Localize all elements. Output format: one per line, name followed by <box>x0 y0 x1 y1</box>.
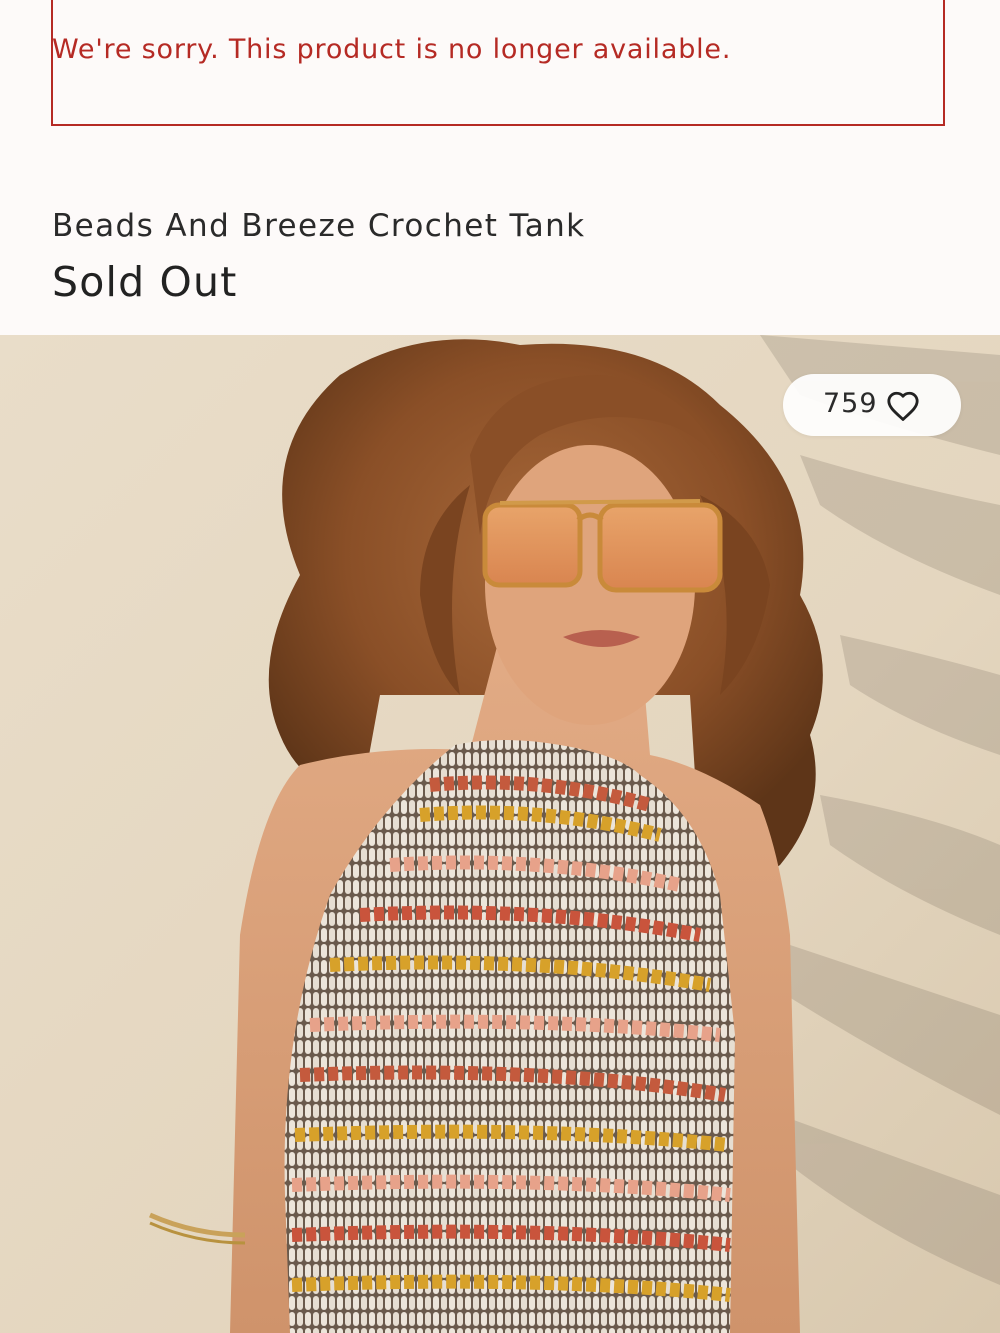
product-photo <box>0 335 1000 1333</box>
product-image[interactable] <box>0 335 1000 1333</box>
unavailable-alert-message: We're sorry. This product is no longer a… <box>52 34 732 65</box>
heart-outline-icon <box>887 391 919 421</box>
favorite-count: 759 <box>823 388 878 419</box>
product-status: Sold Out <box>52 258 238 306</box>
favorite-button[interactable]: 759 <box>783 374 961 436</box>
product-title: Beads And Breeze Crochet Tank <box>52 208 586 244</box>
